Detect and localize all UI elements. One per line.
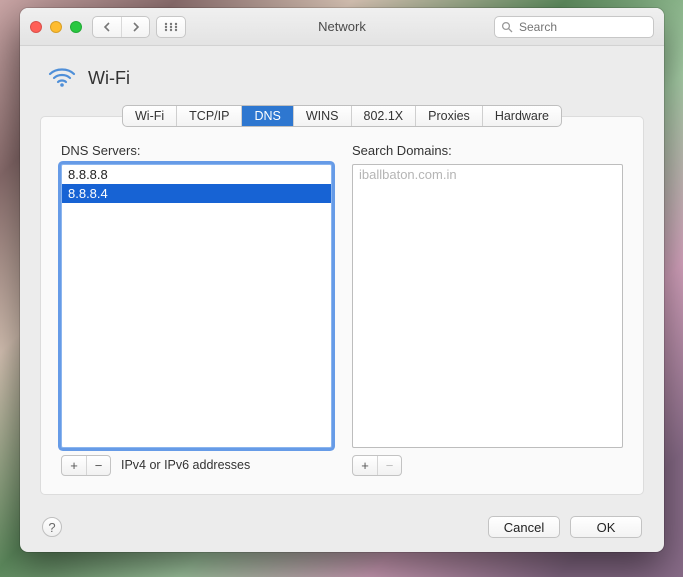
dns-servers-list[interactable]: 8.8.8.88.8.8.4 xyxy=(61,164,332,448)
dns-remove-button[interactable]: − xyxy=(86,456,110,475)
dns-servers-column: DNS Servers: 8.8.8.88.8.8.4 + − IPv4 or … xyxy=(61,143,332,476)
help-button[interactable]: ? xyxy=(42,517,62,537)
ok-button[interactable]: OK xyxy=(570,516,642,538)
tab-dns[interactable]: DNS xyxy=(241,106,292,126)
dns-add-button[interactable]: + xyxy=(62,456,86,475)
tab-wi-fi[interactable]: Wi-Fi xyxy=(123,106,176,126)
tab-hardware[interactable]: Hardware xyxy=(482,106,561,126)
show-all-button[interactable] xyxy=(157,17,185,37)
search-input[interactable] xyxy=(517,19,647,35)
close-window-button[interactable] xyxy=(30,21,42,33)
nav-segment xyxy=(92,16,150,38)
show-all-segment xyxy=(156,16,186,38)
connection-name: Wi-Fi xyxy=(88,68,130,89)
search-field[interactable] xyxy=(494,16,654,38)
footer: ? Cancel OK xyxy=(40,512,644,540)
grid-icon xyxy=(164,22,178,32)
tab-802-1x[interactable]: 802.1X xyxy=(351,106,416,126)
dns-servers-pm: + − xyxy=(61,455,111,476)
connection-header: Wi-Fi xyxy=(48,66,644,91)
search-domains-label: Search Domains: xyxy=(352,143,623,158)
dns-panel: DNS Servers: 8.8.8.88.8.8.4 + − IPv4 or … xyxy=(40,116,644,495)
dns-server-row[interactable]: 8.8.8.8 xyxy=(62,165,331,184)
zoom-window-button[interactable] xyxy=(70,21,82,33)
chevron-right-icon xyxy=(132,22,140,32)
minimize-window-button[interactable] xyxy=(50,21,62,33)
body: Wi-Fi Wi-FiTCP/IPDNSWINS802.1XProxiesHar… xyxy=(20,46,664,552)
search-domains-list[interactable]: iballbaton.com.in xyxy=(352,164,623,448)
dns-servers-label: DNS Servers: xyxy=(61,143,332,158)
tabs: Wi-FiTCP/IPDNSWINS802.1XProxiesHardware xyxy=(40,105,644,127)
tab-wins[interactable]: WINS xyxy=(293,106,351,126)
toolbar-nav xyxy=(92,16,186,38)
forward-button[interactable] xyxy=(121,17,149,37)
wifi-icon xyxy=(48,66,76,91)
tab-proxies[interactable]: Proxies xyxy=(415,106,482,126)
domain-add-button[interactable]: + xyxy=(353,456,377,475)
dns-server-row[interactable]: 8.8.8.4 xyxy=(62,184,331,203)
search-icon xyxy=(501,21,513,33)
cancel-button[interactable]: Cancel xyxy=(488,516,560,538)
domain-remove-button[interactable]: − xyxy=(377,456,401,475)
chevron-left-icon xyxy=(103,22,111,32)
back-button[interactable] xyxy=(93,17,121,37)
traffic-lights xyxy=(30,21,82,33)
search-domains-column: Search Domains: iballbaton.com.in + − xyxy=(352,143,623,476)
search-domains-pm: + − xyxy=(352,455,402,476)
titlebar: Network xyxy=(20,8,664,46)
preferences-window: Network Wi-Fi Wi-FiTCP/IPDNSWINS802.1XPr… xyxy=(20,8,664,552)
search-domain-row[interactable]: iballbaton.com.in xyxy=(353,165,622,184)
dns-hint: IPv4 or IPv6 addresses xyxy=(121,458,250,472)
tab-tcp-ip[interactable]: TCP/IP xyxy=(176,106,241,126)
